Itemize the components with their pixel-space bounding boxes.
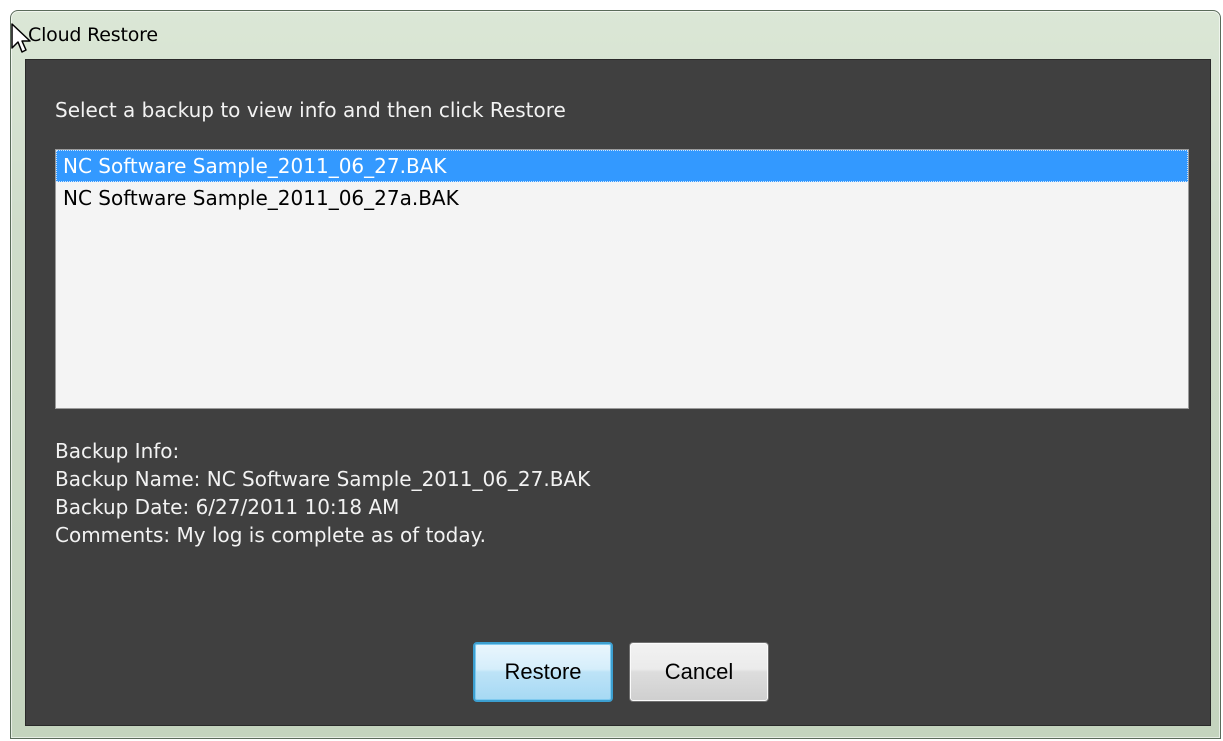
list-item[interactable]: NC Software Sample_2011_06_27.BAK [56,150,1188,182]
title-bar[interactable]: Cloud Restore [11,11,1220,59]
cloud-restore-window: Cloud Restore Select a backup to view in… [10,10,1221,739]
cancel-button[interactable]: Cancel [629,642,769,702]
backup-name-line: Backup Name: NC Software Sample_2011_06_… [55,467,591,491]
window-title: Cloud Restore [28,24,158,46]
cancel-button-label: Cancel [664,659,734,684]
mouse-pointer-icon [11,23,31,53]
backup-comments-line: Comments: My log is complete as of today… [55,523,486,547]
backup-info-heading: Backup Info: [55,439,180,463]
dialog-body: Select a backup to view info and then cl… [25,59,1211,726]
backup-info: Backup Info: Backup Name: NC Software Sa… [55,437,590,549]
backup-list[interactable]: NC Software Sample_2011_06_27.BAK NC Sof… [55,149,1189,409]
list-item[interactable]: NC Software Sample_2011_06_27a.BAK [56,182,1188,214]
list-item-label: NC Software Sample_2011_06_27.BAK [63,154,447,178]
backup-date-line: Backup Date: 6/27/2011 10:18 AM [55,495,400,519]
restore-button-label: Restore [504,659,582,684]
restore-button[interactable]: Restore [473,642,613,702]
instruction-text: Select a backup to view info and then cl… [55,98,566,122]
list-item-label: NC Software Sample_2011_06_27a.BAK [63,186,459,210]
